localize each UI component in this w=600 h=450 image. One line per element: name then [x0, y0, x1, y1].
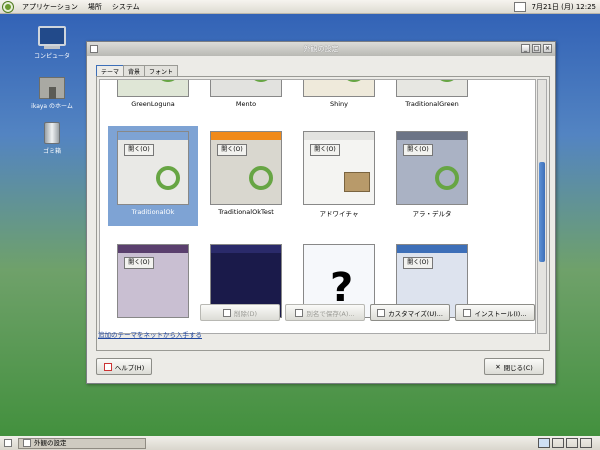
workspace-3[interactable] [566, 438, 578, 448]
customize-icon [377, 308, 386, 317]
theme-name: TraditionalOkTest [218, 208, 274, 216]
theme-name: アドワイチャ [319, 210, 359, 218]
theme-item-selected[interactable]: 開く(O) TraditionalOk [108, 126, 198, 226]
clock[interactable]: 7月21日 (月) 12:25 [532, 2, 596, 12]
vertical-scrollbar[interactable] [537, 79, 547, 334]
computer-icon [38, 26, 66, 46]
delete-button[interactable]: 削除(D) [200, 304, 280, 321]
desktop-icon-computer[interactable]: コンピュータ [22, 26, 82, 60]
theme-preview: 開く(O) [303, 131, 375, 205]
close-icon[interactable]: × [543, 44, 552, 53]
close-x-icon: ✕ [495, 362, 501, 371]
desktop-icon-label: ゴミ箱 [42, 148, 61, 155]
theme-item[interactable]: GreenLoguna [108, 80, 198, 118]
theme-name: アラ・デルタ [412, 210, 452, 218]
theme-preview: 開く(O) [396, 131, 468, 205]
calendar-icon[interactable] [513, 1, 526, 12]
workspace-4[interactable] [580, 438, 592, 448]
theme-preview [117, 80, 189, 97]
help-button[interactable]: ヘルプ(H) [96, 358, 152, 375]
window-titlebar[interactable]: 外観の設定 _ □ × [87, 42, 555, 56]
theme-name: TraditionalOk [131, 208, 175, 216]
theme-preview: 開く(O) [117, 131, 189, 205]
delete-icon [222, 308, 231, 317]
theme-name: TraditionalGreen [405, 100, 459, 108]
desktop-icon-label: コンピュータ [33, 53, 70, 60]
scrollbar-thumb[interactable] [539, 162, 545, 262]
menu-system[interactable]: システム [107, 2, 145, 12]
theme-item[interactable]: Shiny [294, 80, 384, 118]
theme-list[interactable]: GreenLoguna Mento Shiny TraditionalGreen… [99, 79, 536, 334]
close-button[interactable]: ✕ 閉じる(C) [484, 358, 544, 375]
menu-places[interactable]: 場所 [83, 2, 107, 12]
maximize-icon[interactable]: □ [532, 44, 541, 53]
appearance-app-icon [23, 439, 31, 447]
trash-icon [44, 122, 60, 144]
appearance-window: 外観の設定 _ □ × テーマ 背景 フォント GreenLoguna Ment… [86, 41, 556, 384]
bottom-panel: 外観の設定 [0, 436, 600, 450]
desktop-icon-trash[interactable]: ゴミ箱 [22, 122, 82, 155]
show-desktop-icon[interactable] [4, 439, 12, 447]
menu-applications[interactable]: アプリケーション [17, 2, 83, 12]
desktop-icon-home[interactable]: ikaya のホーム [22, 77, 82, 110]
theme-preview [210, 80, 282, 97]
distro-logo-icon[interactable] [3, 1, 13, 12]
get-more-themes-link[interactable]: 追加のテーマをネットから入手する [98, 329, 202, 339]
theme-item[interactable]: TraditionalGreen [387, 80, 477, 118]
theme-preview: 開く(O) [117, 244, 189, 318]
desktop-icon-label: ikaya のホーム [31, 103, 73, 110]
theme-preview [396, 80, 468, 97]
theme-name: GreenLoguna [131, 100, 175, 108]
workspace-1[interactable] [538, 438, 550, 448]
theme-preview [303, 80, 375, 97]
minimize-icon[interactable]: _ [521, 44, 530, 53]
taskbar-item-appearance[interactable]: 外観の設定 [18, 437, 146, 449]
window-menu-icon[interactable] [90, 45, 98, 53]
theme-preview: 開く(O) [210, 131, 282, 205]
theme-name: Mento [235, 100, 257, 108]
help-icon [103, 362, 112, 371]
theme-item[interactable]: 開く(O) TraditionalOkTest [201, 126, 291, 226]
install-button[interactable]: インストール(I)... [455, 304, 535, 321]
theme-item[interactable]: 開く(O) アラ・デルタ [387, 126, 477, 226]
folder-icon [344, 172, 370, 192]
top-panel: アプリケーション 場所 システム 7月21日 (月) 12:25 [0, 0, 600, 14]
window-title: 外観の設定 [303, 45, 339, 53]
theme-item[interactable]: 開く(O) アドワイチャ [294, 126, 384, 226]
theme-name: Shiny [329, 100, 349, 108]
install-icon [463, 308, 472, 317]
theme-item[interactable]: Mento [201, 80, 291, 118]
save-icon [295, 308, 304, 317]
theme-item[interactable]: 開く(O) [108, 239, 198, 333]
workspace-2[interactable] [552, 438, 564, 448]
home-folder-icon [39, 77, 65, 99]
save-as-button[interactable]: 別名で保存(A)... [285, 304, 365, 321]
customize-button[interactable]: カスタマイズ(U)... [370, 304, 450, 321]
